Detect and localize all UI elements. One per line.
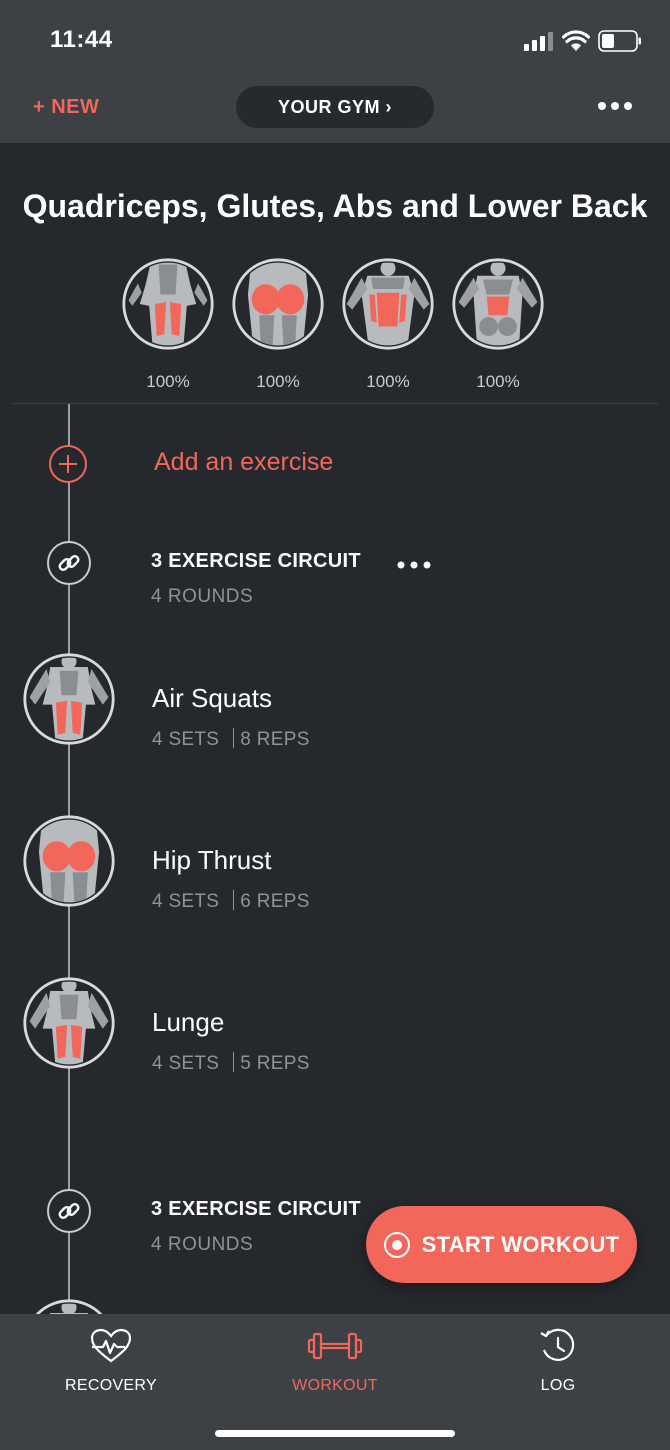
exercise-reps: 5 REPS [240,1053,310,1074]
circuit-link-icon [47,1189,91,1233]
cellular-signal-icon [524,32,553,51]
add-exercise-button[interactable]: Add an exercise [154,448,333,477]
quadriceps-icon[interactable] [22,652,116,746]
tab-workout[interactable]: WORKOUT [255,1328,415,1395]
exercise-name[interactable]: Lunge [152,1007,224,1038]
muscle-group-lower-back: 100% [451,257,545,392]
record-icon [383,1231,410,1258]
add-exercise-icon[interactable] [49,445,87,483]
top-header: 11:44 + NEW YOUR GYM › [0,0,670,143]
home-indicator[interactable] [215,1430,455,1437]
exercise-meta: 4 SETS 8 REPS [152,728,310,751]
exercise-reps: 6 REPS [240,891,310,912]
circuit-rounds: 4 ROUNDS [151,586,254,607]
circuit-title: 3 EXERCISE CIRCUIT [151,550,361,572]
quadriceps-icon[interactable] [22,976,116,1070]
clock-history-icon [540,1328,575,1361]
separator [233,1052,235,1072]
tab-label: LOG [540,1377,576,1394]
circuit-link-icon [47,541,91,585]
status-icons [524,28,642,54]
tab-label: WORKOUT [292,1377,378,1394]
muscle-percent: 100% [146,372,190,391]
exercise-sets: 4 SETS [152,891,220,912]
separator [233,728,235,748]
link-icon [58,1203,80,1219]
link-icon [58,555,80,571]
muscle-group-quadriceps: 100% [121,257,215,392]
circuit-rounds: 4 ROUNDS [151,1234,254,1255]
muscle-group-glutes: 100% [231,257,325,392]
status-time: 11:44 [50,26,113,53]
exercise-meta: 4 SETS 6 REPS [152,890,310,913]
wifi-icon [562,30,590,51]
start-workout-label: START WORKOUT [421,1231,620,1257]
exercise-reps: 8 REPS [240,729,310,750]
exercise-sets: 4 SETS [152,729,220,750]
battery-icon [598,30,641,52]
workout-title: Quadriceps, Glutes, Abs and Lower Back [22,188,648,224]
gym-selector-label: YOUR GYM › [277,96,392,117]
new-workout-button[interactable]: + NEW [33,96,99,119]
circuit-more-icon[interactable] [397,558,431,572]
gym-selector-button[interactable]: YOUR GYM › [236,86,434,128]
separator [233,890,235,910]
start-workout-button[interactable]: START WORKOUT [366,1206,637,1283]
muscle-group-abs: 100% [341,257,435,392]
muscle-percent: 100% [366,372,410,391]
quadriceps-icon [122,258,214,350]
tab-recovery[interactable]: RECOVERY [31,1328,191,1395]
exercise-sets: 4 SETS [152,1053,220,1074]
circuit-title: 3 EXERCISE CIRCUIT [151,1198,361,1220]
muscle-percent: 100% [256,372,300,391]
heart-pulse-icon [90,1328,132,1363]
abs-icon [342,258,434,350]
more-options-icon[interactable] [597,98,633,114]
exercise-name[interactable]: Air Squats [152,683,272,714]
lower-back-icon [452,258,544,350]
muscle-percent: 100% [476,372,520,391]
muscle-summary: 100% 100% 100% 100% [0,257,670,391]
tab-label: RECOVERY [65,1377,157,1394]
dumbbell-icon [307,1332,363,1360]
exercise-meta: 4 SETS 5 REPS [152,1052,310,1075]
glutes-icon[interactable] [22,814,116,908]
tab-log[interactable]: LOG [478,1328,638,1395]
divider [13,403,658,404]
glutes-icon [232,258,324,350]
exercise-name[interactable]: Hip Thrust [152,845,271,876]
